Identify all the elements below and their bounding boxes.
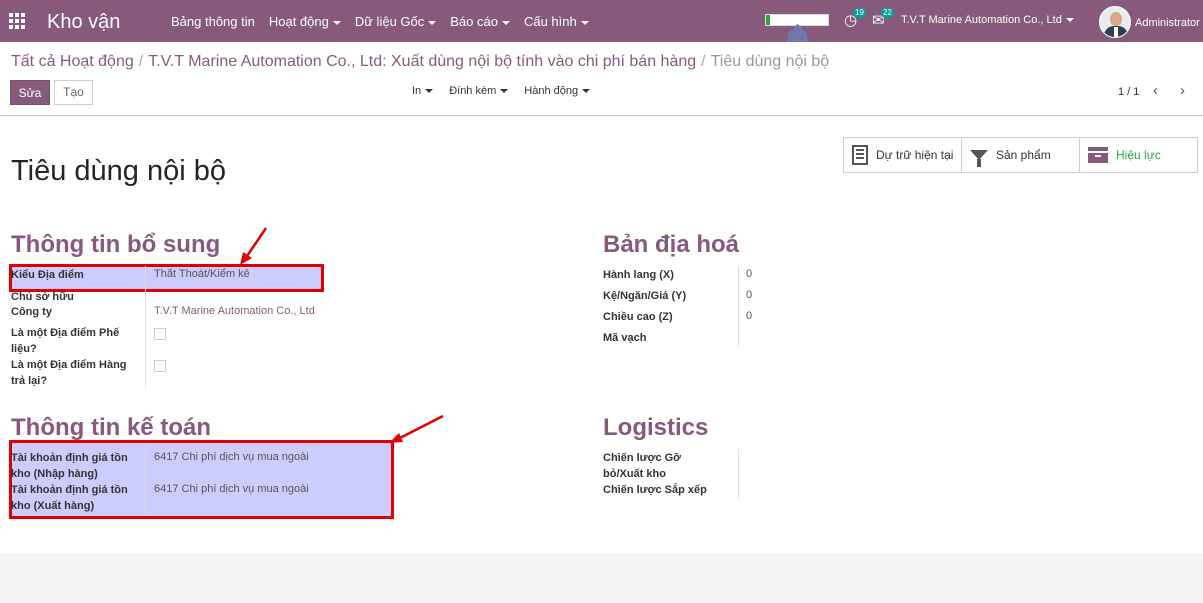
label-divider <box>145 449 146 515</box>
menu-operations[interactable]: Hoạt động <box>269 14 341 29</box>
page-background <box>0 553 1203 603</box>
top-navbar: Kho vận Bảng thông tin Hoạt động Dữ liệu… <box>0 0 1203 42</box>
apps-menu-icon[interactable] <box>9 13 25 29</box>
location-type-value[interactable]: Thất Thoát/Kiểm kê <box>154 268 250 280</box>
company-value[interactable]: T.V.T Marine Automation Co., Ltd <box>154 305 315 317</box>
menu-master-data[interactable]: Dữ liệu Gốc <box>355 14 437 29</box>
chevron-right-icon[interactable]: › <box>1180 82 1185 99</box>
logistics-title: Logistics <box>603 414 709 441</box>
page-title: Tiêu dùng nội bộ <box>11 155 226 187</box>
activity-notification[interactable]: ◷ 19 <box>844 8 866 30</box>
products-button[interactable]: Sản phẩm <box>962 138 1080 172</box>
app-brand[interactable]: Kho vận <box>47 11 120 34</box>
return-location-checkbox[interactable] <box>154 360 166 372</box>
sidebar-actions: In Đính kèm Hành động <box>412 85 606 97</box>
annotation-arrow <box>389 414 444 443</box>
pager-value[interactable]: 1 / 1 <box>1118 86 1139 98</box>
company-label: Công ty <box>11 306 52 318</box>
scrap-location-label: Là một Địa điểm Phế liệu? <box>11 327 120 355</box>
valuation-out-value[interactable]: 6417 Chi phí dịch vụ mua ngoài <box>154 483 309 495</box>
valuation-in-value[interactable]: 6417 Chi phí dịch vụ mua ngoài <box>154 451 309 463</box>
owner-label: Chủ sở hữu <box>11 291 74 303</box>
scrap-location-checkbox[interactable] <box>154 328 166 340</box>
message-count-badge: 22 <box>881 8 894 18</box>
height-label: Chiều cao (Z) <box>603 311 673 323</box>
label-divider <box>738 266 739 346</box>
caret-down-icon <box>580 20 589 25</box>
messages-notification[interactable]: ✉ 22 <box>872 8 894 30</box>
avatar[interactable] <box>1099 6 1131 38</box>
breadcrumb: Tất cả Hoạt động / T.V.T Marine Automation… <box>11 53 830 70</box>
control-panel: Tất cả Hoạt động / T.V.T Marine Automation… <box>0 42 1203 116</box>
breadcrumb-all-operations[interactable]: Tất cả Hoạt động <box>11 53 134 70</box>
current-stock-button[interactable]: Dự trữ hiện tại <box>844 138 962 172</box>
valuation-out-label: Tài khoản định giá tồn kho (Xuất hàng) <box>11 484 128 512</box>
shelves-label: Kệ/Ngăn/Giá (Y) <box>603 290 687 302</box>
accounting-title: Thông tin kế toán <box>11 414 211 441</box>
shelves-value: 0 <box>746 289 753 301</box>
chevron-left-icon[interactable]: ‹ <box>1153 82 1158 99</box>
valuation-in-label: Tài khoản định giá tồn kho (Nhập hàng) <box>11 452 128 480</box>
breadcrumb-current: Tiêu dùng nội bộ <box>710 53 830 70</box>
caret-down-icon <box>332 20 341 25</box>
action-dropdown[interactable]: Hành động <box>524 85 591 97</box>
edit-button[interactable]: Sửa <box>10 80 50 105</box>
caret-down-icon <box>501 20 510 25</box>
removal-strategy-label: Chiến lược Gỡ bỏ/Xuất kho <box>603 452 682 480</box>
menu-dashboard[interactable]: Bảng thông tin <box>171 14 255 29</box>
annotation-arrow <box>240 227 268 265</box>
extra-info-title: Thông tin bổ sung <box>11 231 221 258</box>
user-menu[interactable]: Administrator <box>1135 17 1200 29</box>
active-toggle-button[interactable]: Hiệu lực <box>1080 138 1197 172</box>
height-value: 0 <box>746 310 753 322</box>
progress-fill <box>766 15 770 25</box>
caret-down-icon <box>428 20 437 25</box>
localization-title: Bản địa hoá <box>603 231 740 258</box>
filter-icon <box>970 150 988 167</box>
location-type-label: Kiểu Địa điểm <box>11 269 84 281</box>
barcode-label: Mã vạch <box>603 332 647 344</box>
form-sheet: Dự trữ hiện tại Sản phẩm Hiệu lực Tiêu d… <box>0 117 1203 553</box>
create-button[interactable]: Tạo <box>54 80 93 105</box>
corridor-label: Hành lang (X) <box>603 269 674 281</box>
building-icon <box>852 145 868 165</box>
print-dropdown[interactable]: In <box>412 85 434 97</box>
label-divider <box>145 266 146 388</box>
smart-buttons: Dự trữ hiện tại Sản phẩm Hiệu lực <box>843 137 1198 173</box>
putaway-strategy-label: Chiến lược Sắp xếp <box>603 484 707 496</box>
caret-down-icon <box>1065 18 1074 23</box>
return-location-label: Là một Địa điểm Hàng trả lại? <box>11 359 127 387</box>
label-divider <box>738 449 739 499</box>
corridor-value: 0 <box>746 268 753 280</box>
breadcrumb-operation-type[interactable]: T.V.T Marine Automation Co., Ltd: Xuất d… <box>148 53 696 70</box>
attachment-dropdown[interactable]: Đính kèm <box>449 85 509 97</box>
activity-count-badge: 19 <box>853 8 866 18</box>
company-switcher[interactable]: T.V.T Marine Automation Co., Ltd <box>901 14 1074 26</box>
main-menu: Bảng thông tin Hoạt động Dữ liệu Gốc Báo… <box>171 14 603 29</box>
archive-icon <box>1088 147 1108 163</box>
menu-reporting[interactable]: Báo cáo <box>450 14 510 29</box>
menu-configuration[interactable]: Cấu hình <box>524 14 589 29</box>
